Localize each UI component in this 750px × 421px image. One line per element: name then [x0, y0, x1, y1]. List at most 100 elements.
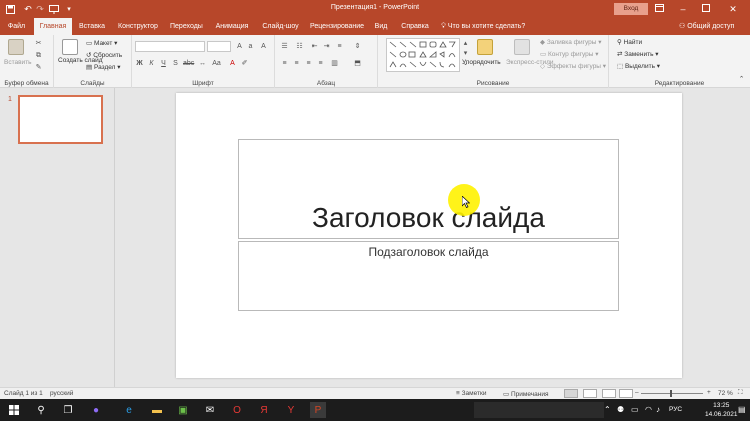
zoom-slider[interactable]	[641, 393, 703, 394]
columns-icon[interactable]: ▥	[330, 59, 339, 68]
arrange-label[interactable]: Упорядочить	[462, 59, 501, 66]
title-placeholder[interactable]: Заголовок слайда	[238, 139, 619, 239]
slide-subtitle[interactable]: Подзаголовок слайда	[239, 245, 618, 259]
section-button[interactable]: ▤ Раздел ▾	[86, 63, 121, 71]
tab-file[interactable]: Файл	[2, 18, 31, 35]
powerpoint-icon[interactable]: P	[310, 402, 326, 418]
shape-effects-button[interactable]: ◇ Эффекты фигуры ▾	[540, 62, 606, 70]
change-case-icon[interactable]: Aa	[212, 59, 221, 68]
format-painter-icon[interactable]: ✎	[34, 63, 43, 72]
quick-styles-icon[interactable]	[514, 39, 530, 55]
task-view-icon[interactable]: ❐	[60, 402, 76, 418]
clear-formatting-icon[interactable]: A	[259, 42, 268, 51]
language-indicator[interactable]: русский	[50, 390, 73, 397]
yandex-icon[interactable]: Y	[283, 402, 299, 418]
decrease-font-icon[interactable]: a	[246, 42, 255, 51]
collapse-ribbon-icon[interactable]: ⌃	[737, 75, 746, 84]
zoom-out-icon[interactable]: –	[635, 389, 639, 396]
store-icon[interactable]: ▣	[175, 402, 191, 418]
underline-icon[interactable]: Ч	[159, 59, 168, 68]
signin-button[interactable]: Вход	[614, 3, 648, 15]
zoom-level[interactable]: 72 %	[718, 390, 733, 397]
align-right-icon[interactable]: ≡	[304, 59, 313, 68]
tab-view[interactable]: Вид	[370, 18, 392, 35]
network-icon[interactable]: ▭	[631, 405, 639, 414]
reading-view-icon[interactable]	[602, 389, 616, 398]
justify-icon[interactable]: ≡	[316, 59, 325, 68]
line-spacing-icon[interactable]: ≡	[335, 42, 344, 51]
comments-button[interactable]: ▭ Примечания	[503, 390, 549, 398]
close-icon[interactable]: ✕	[726, 2, 740, 16]
tab-transitions[interactable]: Переходы	[166, 18, 206, 35]
zoom-in-icon[interactable]: +	[707, 389, 711, 396]
subtitle-placeholder[interactable]: Подзаголовок слайда	[238, 241, 619, 311]
tab-design[interactable]: Конструктор	[113, 18, 163, 35]
slide-canvas[interactable]: Заголовок слайда Подзаголовок слайда	[176, 93, 682, 378]
increase-indent-icon[interactable]: ⇥	[322, 42, 331, 51]
zoom-slider-thumb[interactable]	[670, 390, 672, 397]
copy-icon[interactable]: ⧉	[34, 51, 43, 60]
align-center-icon[interactable]: ≡	[292, 59, 301, 68]
strikethrough-icon[interactable]: abc	[183, 59, 194, 68]
select-button[interactable]: ⬚ Выделить ▾	[617, 62, 660, 70]
text-direction-icon[interactable]: ⇕	[353, 42, 362, 51]
file-explorer-icon[interactable]: ▬	[149, 402, 165, 418]
tab-slideshow[interactable]: Слайд-шоу	[258, 18, 303, 35]
tab-insert[interactable]: Вставка	[75, 18, 109, 35]
highlight-icon[interactable]: ✐	[240, 59, 249, 68]
show-hidden-icons-icon[interactable]: ⌃	[604, 405, 611, 414]
slide-sorter-icon[interactable]	[583, 389, 597, 398]
font-color-icon[interactable]: A	[228, 59, 237, 68]
normal-view-icon[interactable]	[564, 389, 578, 398]
layout-button[interactable]: ▭ Макет ▾	[86, 39, 117, 47]
numbering-icon[interactable]: ☷	[295, 42, 304, 51]
tab-animations[interactable]: Анимация	[210, 18, 254, 35]
gallery-scroll-down-icon[interactable]: ▾	[461, 49, 470, 58]
fit-to-window-icon[interactable]: ⛶	[738, 389, 743, 397]
tab-review[interactable]: Рецензирование	[306, 18, 367, 35]
notifications-icon[interactable]: ▤	[738, 405, 746, 414]
edge-browser-icon[interactable]: e	[121, 402, 137, 418]
gallery-scroll-up-icon[interactable]: ▴	[461, 39, 470, 48]
tell-me-search[interactable]: 💡︎ Что вы хотите сделать?	[441, 18, 525, 35]
slide-thumbnail[interactable]	[18, 95, 103, 144]
accessibility-icon[interactable]: ⚉	[617, 405, 624, 414]
windows-start-icon[interactable]	[6, 402, 22, 418]
smartart-icon[interactable]: ⬒	[353, 59, 362, 68]
replace-button[interactable]: ⇄ Заменить ▾	[617, 50, 659, 58]
input-language[interactable]: РУС	[669, 406, 682, 413]
paste-icon[interactable]	[8, 39, 24, 55]
slide-title[interactable]: Заголовок слайда	[239, 202, 618, 234]
tab-help[interactable]: Справка	[396, 18, 434, 35]
arrange-icon[interactable]	[477, 39, 493, 55]
share-button[interactable]: ⚇ Общий доступ	[679, 18, 734, 35]
tab-home[interactable]: Главная	[34, 18, 72, 35]
char-spacing-icon[interactable]: ↔	[198, 59, 207, 68]
ribbon-display-options-icon[interactable]	[652, 2, 666, 16]
search-icon[interactable]: ⚲	[33, 402, 49, 418]
font-size-combo[interactable]	[207, 41, 231, 52]
shadow-icon[interactable]: S	[171, 59, 180, 68]
font-name-combo[interactable]	[135, 41, 205, 52]
align-left-icon[interactable]: ≡	[280, 59, 289, 68]
clock[interactable]: 13:25 14.06.2021	[705, 401, 738, 419]
volume-icon[interactable]: ♪	[656, 405, 660, 414]
alice-assistant-icon[interactable]: ●	[88, 402, 104, 418]
reset-button[interactable]: ↺ Сбросить	[86, 51, 122, 59]
slideshow-view-icon[interactable]	[619, 389, 633, 398]
paste-label[interactable]: Вставить	[4, 59, 32, 66]
new-slide-icon[interactable]	[62, 39, 78, 55]
bullets-icon[interactable]: ☰	[280, 42, 289, 51]
decrease-indent-icon[interactable]: ⇤	[310, 42, 319, 51]
wifi-icon[interactable]: ◠	[645, 405, 652, 414]
minimize-icon[interactable]: –	[676, 2, 690, 16]
find-button[interactable]: ⚲ Найти	[617, 38, 642, 46]
yandex-browser-icon[interactable]: Я	[256, 402, 272, 418]
italic-icon[interactable]: К	[147, 59, 156, 68]
bold-icon[interactable]: Ж	[135, 59, 144, 68]
increase-font-icon[interactable]: A	[235, 42, 244, 51]
maximize-icon[interactable]	[699, 2, 713, 16]
opera-icon[interactable]: O	[229, 402, 245, 418]
shape-outline-button[interactable]: ▭ Контур фигуры ▾	[540, 50, 598, 58]
shape-fill-button[interactable]: ◆ Заливка фигуры ▾	[540, 38, 602, 46]
